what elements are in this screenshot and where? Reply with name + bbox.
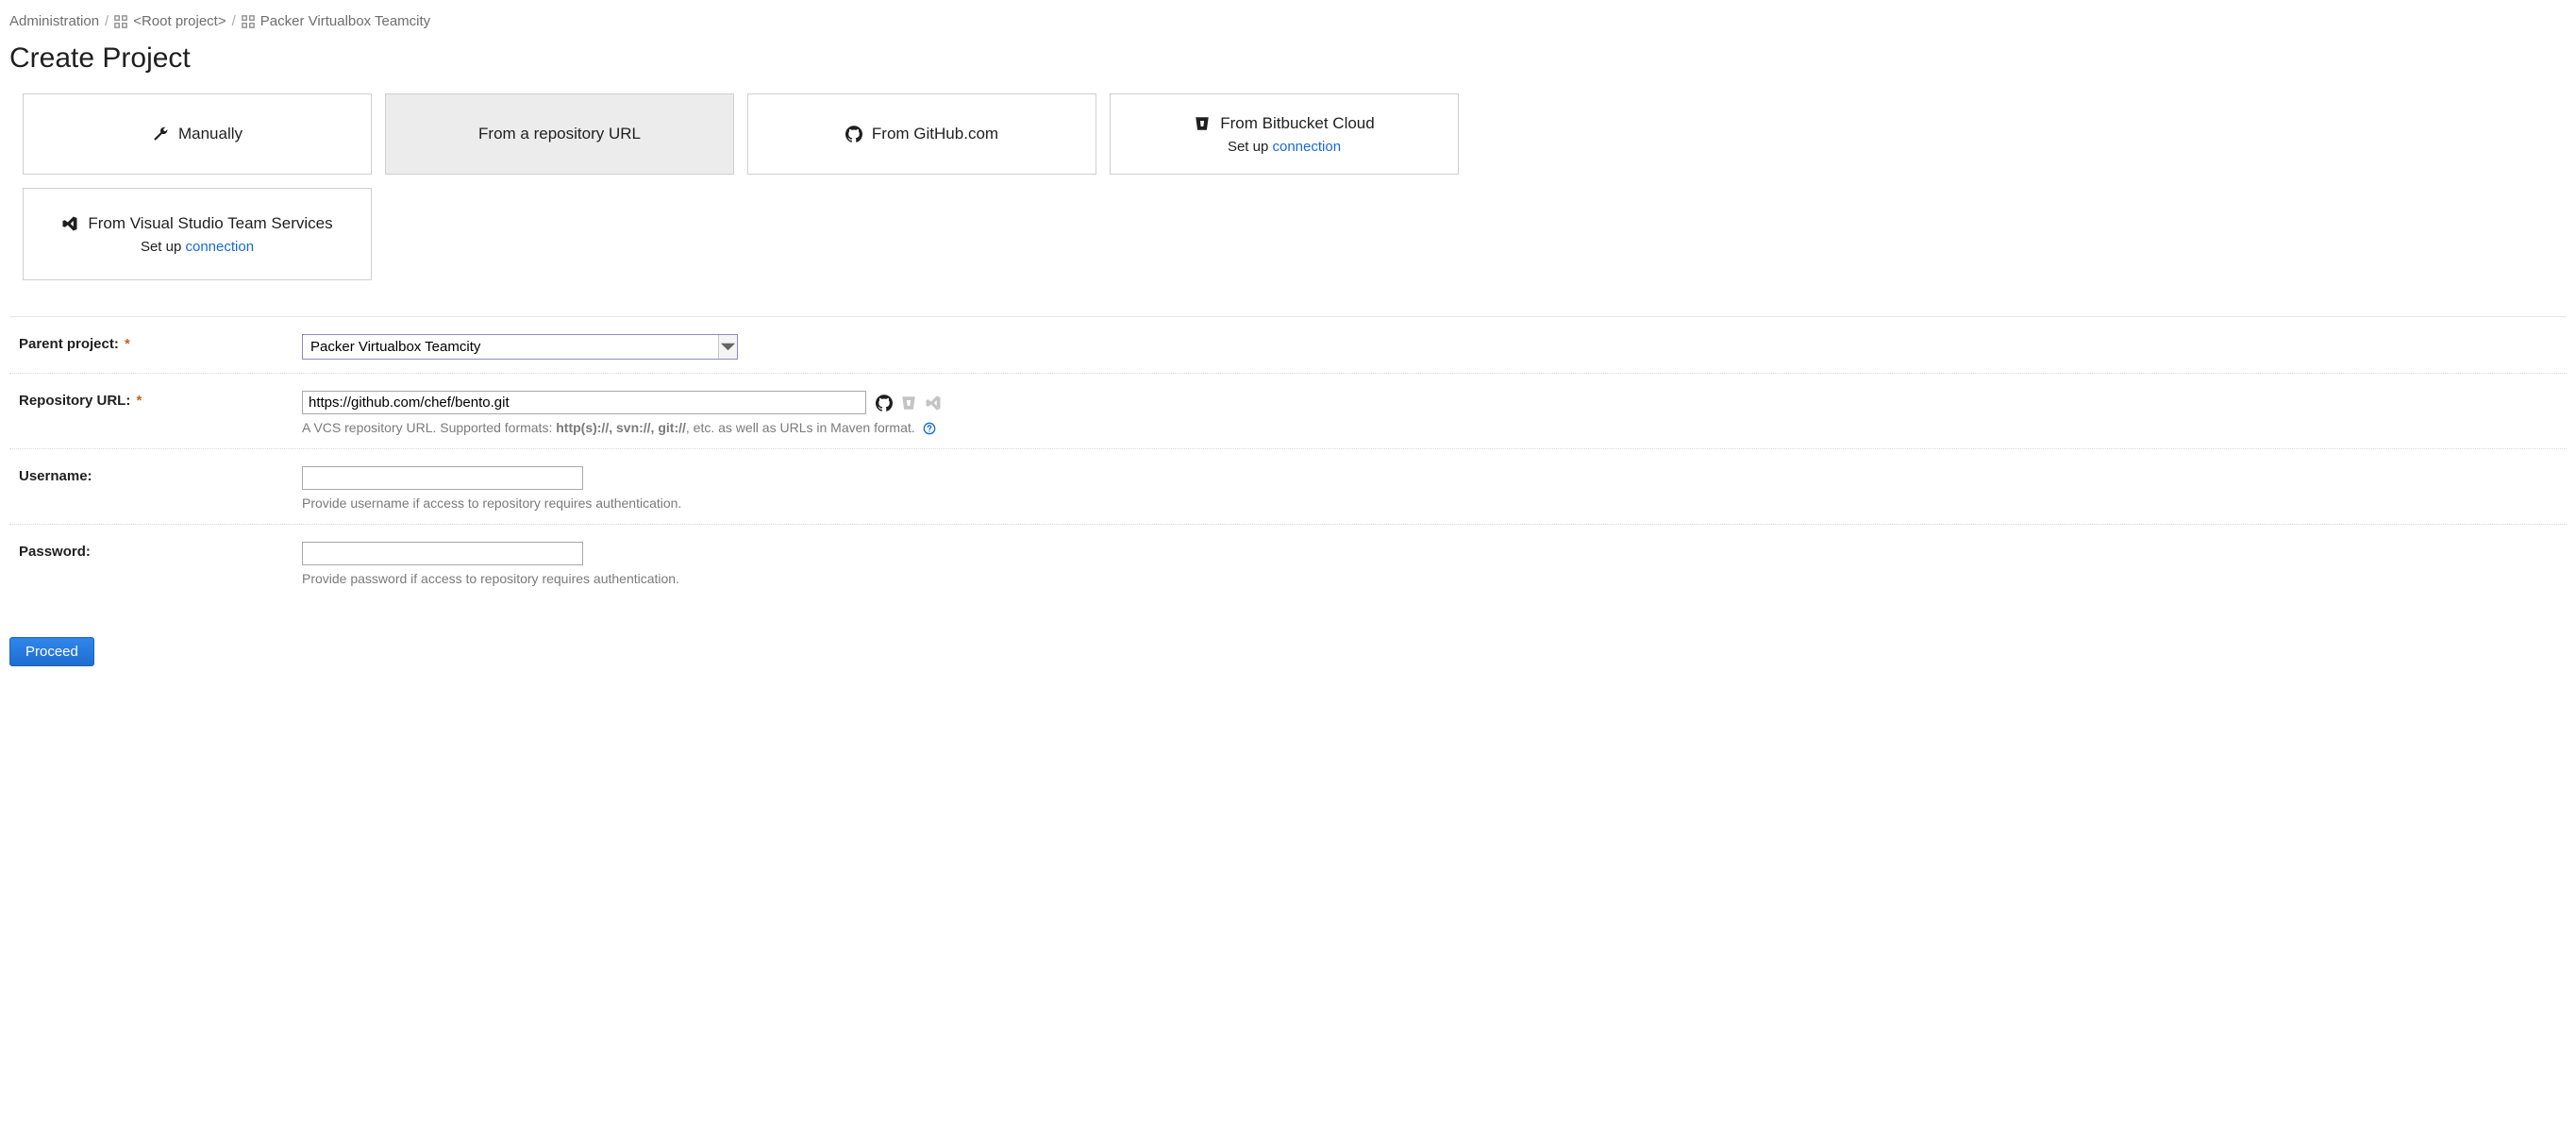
visual-studio-icon	[61, 215, 78, 232]
parent-project-input[interactable]	[303, 335, 718, 359]
row-parent-project: Parent project: *	[9, 317, 2567, 374]
proceed-button[interactable]: Proceed	[9, 637, 94, 666]
tab-from-vsts[interactable]: From Visual Studio Team Services Set up …	[23, 188, 372, 280]
bitbucket-icon	[1194, 115, 1211, 132]
breadcrumb: Administration / <Root project> / Packer…	[9, 9, 2567, 37]
setup-prefix: Set up	[141, 239, 186, 255]
tab-sub: Set up connection	[1228, 139, 1341, 155]
username-input[interactable]	[302, 466, 583, 490]
username-label: Username:	[19, 468, 92, 484]
repository-url-hint: A VCS repository URL. Supported formats:…	[302, 420, 2557, 435]
tab-label: From Bitbucket Cloud	[1220, 114, 1374, 133]
breadcrumb-root-project[interactable]: <Root project>	[133, 13, 226, 29]
password-label: Password:	[19, 544, 91, 560]
page-title: Create Project	[9, 37, 2567, 93]
tab-from-bitbucket[interactable]: From Bitbucket Cloud Set up connection	[1110, 93, 1459, 175]
repository-url-input[interactable]	[302, 391, 866, 414]
row-password: Password: Provide password if access to …	[9, 525, 2567, 599]
tab-label: From a repository URL	[478, 125, 641, 143]
username-hint: Provide username if access to repository…	[302, 495, 2557, 511]
row-repository-url: Repository URL: *	[9, 374, 2567, 449]
repository-url-label: Repository URL:	[19, 393, 130, 409]
breadcrumb-separator: /	[232, 13, 236, 29]
parent-project-label: Parent project:	[19, 336, 119, 352]
project-icon	[114, 15, 127, 28]
combobox-toggle[interactable]	[718, 335, 737, 359]
setup-connection-link[interactable]: connection	[185, 239, 254, 255]
project-icon	[242, 15, 255, 28]
parent-project-combobox[interactable]	[302, 334, 738, 360]
setup-connection-link[interactable]: connection	[1272, 139, 1341, 155]
visual-studio-icon[interactable]	[925, 395, 942, 411]
password-input[interactable]	[302, 542, 583, 565]
github-icon[interactable]	[876, 395, 893, 411]
row-username: Username: Provide username if access to …	[9, 449, 2567, 525]
tab-label: Manually	[178, 125, 243, 143]
required-marker: *	[137, 393, 142, 409]
bitbucket-icon[interactable]	[900, 395, 917, 411]
breadcrumb-separator: /	[105, 13, 109, 29]
tab-label: From GitHub.com	[872, 125, 998, 143]
breadcrumb-current: Packer Virtualbox Teamcity	[260, 13, 430, 29]
tab-manually[interactable]: Manually	[23, 93, 372, 175]
tab-from-github[interactable]: From GitHub.com	[747, 93, 1096, 175]
required-marker: *	[125, 336, 130, 352]
setup-prefix: Set up	[1228, 139, 1273, 155]
breadcrumb-administration[interactable]: Administration	[9, 13, 99, 29]
github-icon	[845, 126, 862, 143]
tab-sub: Set up connection	[141, 239, 254, 255]
tab-label: From Visual Studio Team Services	[88, 214, 332, 233]
wrench-icon	[152, 126, 169, 143]
help-icon[interactable]	[923, 422, 936, 435]
tab-from-repository-url[interactable]: From a repository URL	[385, 93, 734, 175]
password-hint: Provide password if access to repository…	[302, 571, 2557, 586]
